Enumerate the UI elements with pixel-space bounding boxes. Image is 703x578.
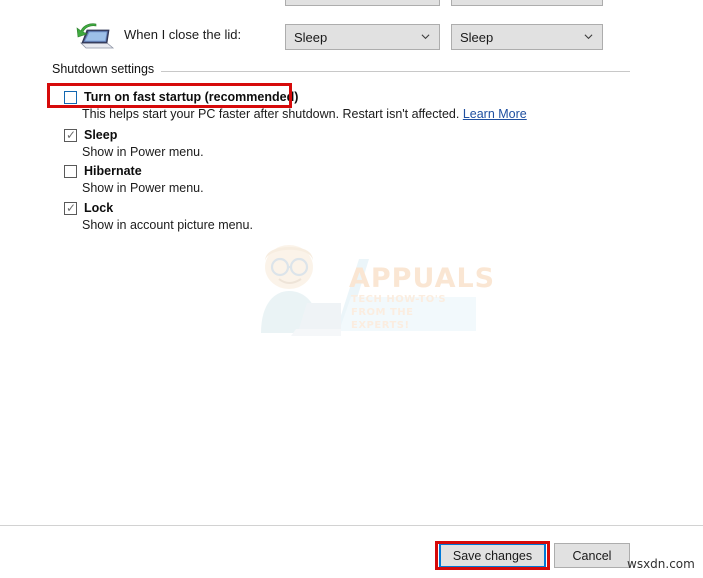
when-i-close-the-lid-label: When I close the lid: [124, 27, 242, 42]
cancel-button[interactable]: Cancel [554, 543, 630, 568]
clipped-dropdown-on-battery[interactable] [285, 0, 440, 6]
description-fast-startup: This helps start your PC faster after sh… [82, 107, 527, 121]
checkbox-label-lock: Lock [84, 201, 114, 215]
learn-more-link[interactable]: Learn More [463, 107, 527, 121]
description-sleep: Show in Power menu. [82, 145, 204, 159]
checkbox-label-fast-startup: Turn on fast startup (recommended) [84, 90, 299, 104]
save-changes-label: Save changes [452, 548, 533, 563]
checkbox-row-hibernate[interactable]: Hibernate [64, 163, 142, 179]
footer-divider [0, 525, 703, 526]
lid-dropdown-on-battery-value: Sleep [294, 29, 328, 45]
checkbox-label-sleep: Sleep [84, 128, 118, 142]
clipped-dropdown-plugged-in[interactable] [451, 0, 603, 6]
checkmark-icon: ✓ [66, 127, 77, 142]
cancel-label: Cancel [572, 548, 612, 563]
checkbox-row-lock[interactable]: ✓ Lock [64, 200, 113, 216]
lid-dropdown-plugged-in[interactable]: Sleep [451, 24, 603, 50]
checkbox-hibernate[interactable] [64, 164, 77, 178]
checkbox-lock[interactable]: ✓ [64, 200, 77, 215]
site-credit-text: wsxdn.com [627, 557, 695, 571]
save-changes-button[interactable]: Save changes [439, 543, 546, 568]
watermark-tagline: TECH HOW-TO'S FROM THE EXPERTS! [351, 294, 447, 331]
lid-dropdown-plugged-in-value: Sleep [460, 29, 494, 45]
shutdown-settings-title: Shutdown settings [52, 62, 162, 76]
checkbox-fast-startup[interactable] [64, 90, 77, 104]
chevron-down-icon [584, 34, 593, 40]
description-lock: Show in account picture menu. [82, 218, 253, 232]
shutdown-settings-group-header: Shutdown settings [52, 62, 630, 80]
checkbox-sleep[interactable]: ✓ [64, 127, 77, 142]
appuals-watermark: APPUALS TECH HOW-TO'S FROM THE EXPERTS! [241, 241, 494, 341]
watermark-illustration-icon [261, 245, 476, 336]
chevron-down-icon [421, 34, 430, 40]
laptop-lid-close-icon [76, 23, 115, 49]
description-hibernate: Show in Power menu. [82, 181, 204, 195]
when-i-close-the-lid-row: When I close the lid: Sleep Sleep [0, 20, 703, 50]
lid-dropdown-on-battery[interactable]: Sleep [285, 24, 440, 50]
clipped-power-plan-row [0, 0, 703, 6]
checkbox-row-sleep[interactable]: ✓ Sleep [64, 127, 117, 143]
checkbox-label-hibernate: Hibernate [84, 164, 142, 178]
description-fast-startup-text: This helps start your PC faster after sh… [82, 107, 460, 121]
checkbox-row-fast-startup[interactable]: Turn on fast startup (recommended) [64, 89, 298, 105]
watermark-brand: APPUALS [349, 263, 496, 294]
checkmark-icon: ✓ [66, 200, 77, 215]
